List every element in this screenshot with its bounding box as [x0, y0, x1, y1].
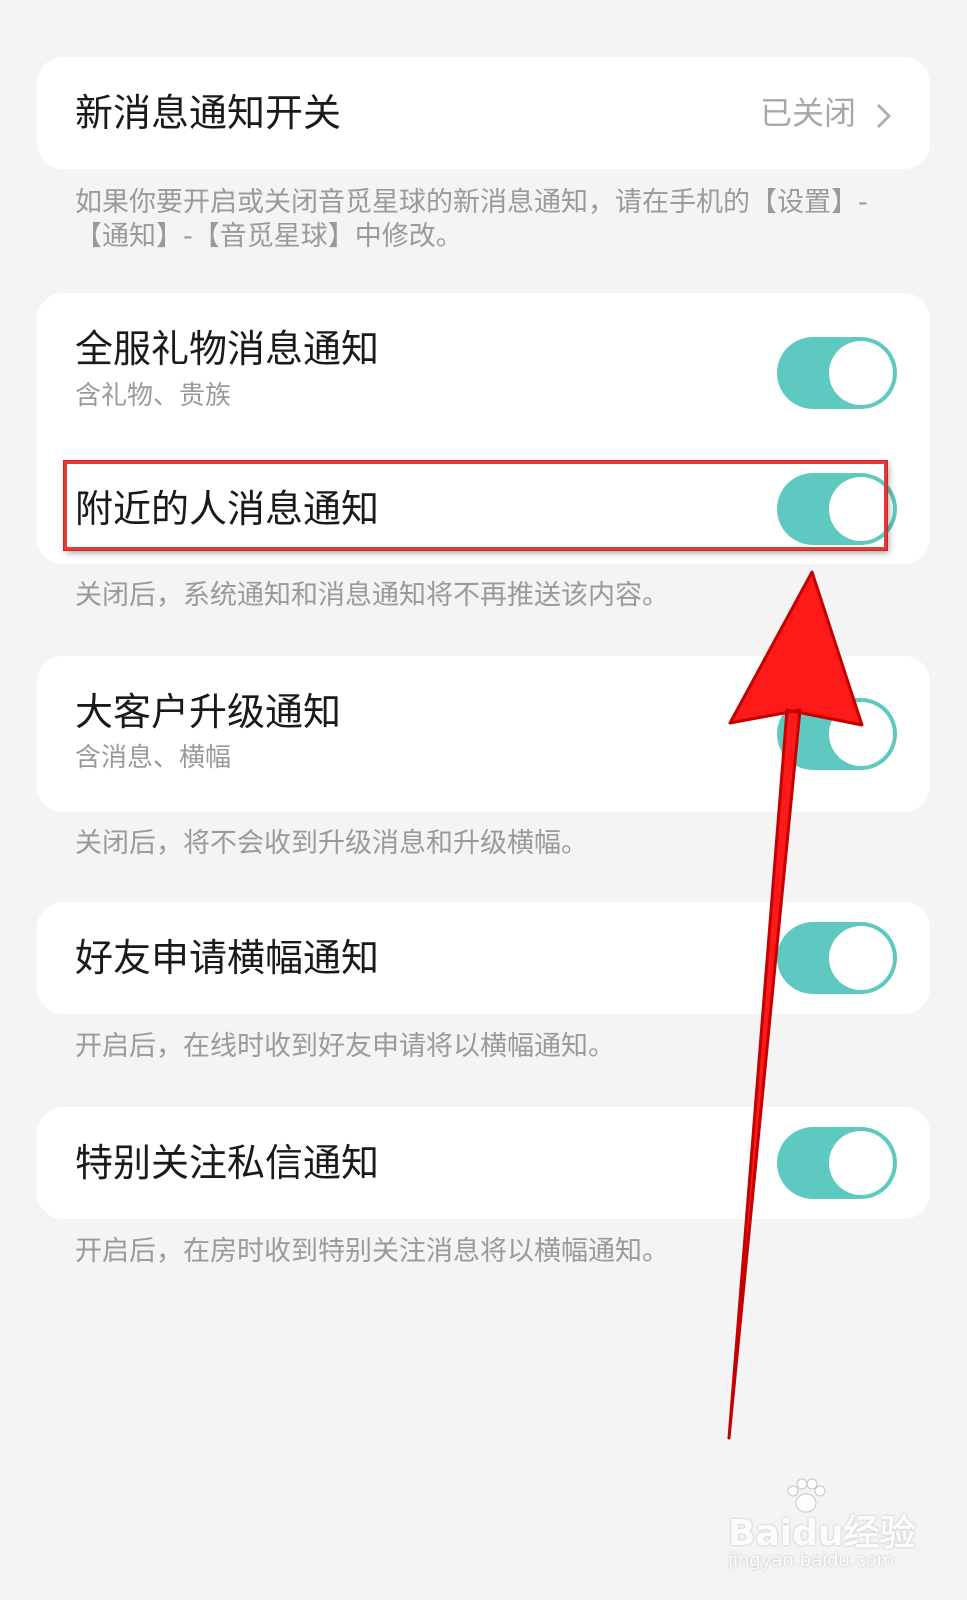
gift-notification-row: 全服礼物消息通知 含礼物、贵族 — [37, 293, 930, 451]
friend-request-card: 好友申请横幅通知 — [37, 902, 930, 1014]
special-follow-toggle[interactable] — [777, 1127, 897, 1199]
gift-notification-toggle[interactable] — [777, 337, 897, 409]
vip-upgrade-subtitle: 含消息、横幅 — [75, 743, 232, 773]
vip-upgrade-toggle[interactable] — [777, 698, 897, 770]
toggle-knob — [829, 926, 893, 990]
special-follow-card: 特别关注私信通知 — [37, 1107, 930, 1219]
new-message-description: 如果你要开启或关闭音觅星球的新消息通知，请在手机的【设置】-【通知】-【音觅星球… — [75, 187, 868, 252]
toggle-knob — [829, 1131, 893, 1195]
gift-notification-title: 全服礼物消息通知 — [75, 327, 380, 371]
friend-request-description: 开启后，在线时收到好友申请将以横幅通知。 — [75, 1031, 615, 1062]
highlight-box — [64, 461, 887, 550]
new-message-status: 已关闭 — [759, 94, 856, 132]
vip-upgrade-card: 大客户升级通知 含消息、横幅 — [37, 656, 930, 812]
baidu-watermark: Baidu经验 jingyan.baidu.com — [728, 1478, 918, 1578]
group1-description: 关闭后，系统通知和消息通知将不再推送该内容。 — [75, 580, 669, 611]
gift-notification-subtitle: 含礼物、贵族 — [75, 381, 232, 411]
special-follow-description: 开启后，在房时收到特别关注消息将以横幅通知。 — [75, 1236, 669, 1267]
toggle-knob — [829, 341, 893, 405]
new-message-card[interactable]: 新消息通知开关 已关闭 — [37, 57, 930, 169]
friend-request-title: 好友申请横幅通知 — [75, 936, 380, 980]
vip-upgrade-title: 大客户升级通知 — [75, 690, 342, 734]
vip-upgrade-description: 关闭后，将不会收到升级消息和升级横幅。 — [75, 828, 588, 859]
watermark-url: jingyan.baidu.com — [728, 1550, 895, 1571]
chevron-right-icon — [876, 103, 892, 129]
special-follow-title: 特别关注私信通知 — [75, 1141, 380, 1185]
toggle-knob — [829, 702, 893, 766]
watermark-brand: Baidu经验 — [728, 1513, 916, 1554]
friend-request-toggle[interactable] — [777, 922, 897, 994]
new-message-title: 新消息通知开关 — [75, 91, 342, 135]
